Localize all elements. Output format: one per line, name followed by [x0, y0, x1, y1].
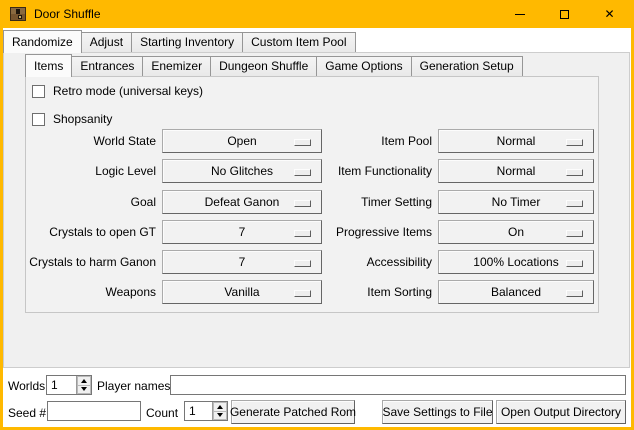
generate-patched-rom-button[interactable]: Generate Patched Rom: [231, 400, 355, 424]
tab-custom-item-pool[interactable]: Custom Item Pool: [242, 32, 355, 52]
timer-setting-label: Timer Setting: [266, 195, 438, 209]
progressive-items-dropdown[interactable]: On: [438, 220, 594, 244]
tab-randomize[interactable]: Randomize: [3, 30, 82, 53]
dropdown-indicator-icon: [566, 230, 583, 237]
tab-generation-setup[interactable]: Generation Setup: [411, 56, 523, 76]
logic-level-value: No Glitches: [211, 164, 273, 178]
weapons-value: Vanilla: [224, 285, 259, 299]
spin-down-button[interactable]: [77, 386, 91, 395]
arrow-up-icon: [217, 405, 223, 409]
tab-items[interactable]: Items: [25, 54, 72, 77]
dropdown-indicator-icon: [566, 139, 583, 146]
accessibility-dropdown[interactable]: 100% Locations: [438, 250, 594, 274]
player-names-label: Player names: [97, 376, 170, 396]
world-state-label: World State: [26, 134, 162, 148]
crystals-gt-value: 7: [239, 225, 246, 239]
player-names-input[interactable]: [170, 375, 626, 395]
item-functionality-row: Item Functionality Normal: [266, 159, 594, 183]
progressive-items-row: Progressive Items On: [266, 220, 594, 244]
item-sorting-row: Item Sorting Balanced: [266, 280, 594, 304]
app-chest-icon: [10, 6, 26, 22]
shopsanity-checkbox[interactable]: [32, 113, 45, 126]
maximize-icon: [560, 10, 569, 19]
timer-setting-value: No Timer: [492, 195, 541, 209]
count-label: Count: [146, 403, 178, 423]
tab-game-options[interactable]: Game Options: [316, 56, 411, 76]
item-functionality-label: Item Functionality: [266, 164, 438, 178]
tab-entrances[interactable]: Entrances: [71, 56, 143, 76]
minimize-button[interactable]: [497, 0, 542, 28]
dropdown-indicator-icon: [566, 290, 583, 297]
progressive-items-label: Progressive Items: [266, 225, 438, 239]
dropdown-indicator-icon: [566, 200, 583, 207]
retro-mode-row: Retro mode (universal keys): [32, 84, 203, 98]
outer-tab-bar: Randomize Adjust Starting Inventory Cust…: [3, 30, 355, 52]
item-sorting-label: Item Sorting: [266, 285, 438, 299]
accessibility-value: 100% Locations: [473, 255, 558, 269]
item-functionality-dropdown[interactable]: Normal: [438, 159, 594, 183]
retro-mode-label: Retro mode (universal keys): [53, 84, 203, 98]
arrow-down-icon: [217, 413, 223, 417]
spin-down-button[interactable]: [213, 412, 227, 421]
open-output-directory-button[interactable]: Open Output Directory: [496, 400, 626, 424]
close-button[interactable]: ✕: [587, 0, 632, 28]
dropdown-indicator-icon: [566, 260, 583, 267]
item-sorting-dropdown[interactable]: Balanced: [438, 280, 594, 304]
worlds-value: 1: [47, 376, 76, 394]
arrow-up-icon: [81, 379, 87, 383]
world-state-value: Open: [227, 134, 256, 148]
logic-level-label: Logic Level: [26, 164, 162, 178]
arrow-down-icon: [81, 387, 87, 391]
shopsanity-row: Shopsanity: [32, 112, 112, 126]
count-value: 1: [185, 402, 212, 420]
retro-mode-checkbox[interactable]: [32, 85, 45, 98]
tab-dungeon-shuffle[interactable]: Dungeon Shuffle: [210, 56, 317, 76]
caption-buttons: ✕: [497, 0, 632, 28]
weapons-label: Weapons: [26, 285, 162, 299]
accessibility-row: Accessibility 100% Locations: [266, 250, 594, 274]
save-settings-button[interactable]: Save Settings to File: [382, 400, 493, 424]
tab-adjust[interactable]: Adjust: [81, 32, 132, 52]
item-pool-dropdown[interactable]: Normal: [438, 129, 594, 153]
inner-tab-bar: Items Entrances Enemizer Dungeon Shuffle…: [25, 54, 522, 76]
shopsanity-label: Shopsanity: [53, 112, 112, 126]
tab-starting-inventory[interactable]: Starting Inventory: [131, 32, 243, 52]
goal-label: Goal: [26, 195, 162, 209]
progressive-items-value: On: [508, 225, 524, 239]
seed-input[interactable]: [47, 401, 141, 421]
worlds-spinbox[interactable]: 1: [46, 375, 92, 395]
timer-setting-row: Timer Setting No Timer: [266, 190, 594, 214]
minimize-icon: [515, 14, 525, 15]
dropdown-indicator-icon: [566, 169, 583, 176]
item-pool-label: Item Pool: [266, 134, 438, 148]
count-spinbox[interactable]: 1: [184, 401, 228, 421]
accessibility-label: Accessibility: [266, 255, 438, 269]
item-pool-value: Normal: [497, 134, 536, 148]
item-sorting-value: Balanced: [491, 285, 541, 299]
crystals-ganon-value: 7: [239, 255, 246, 269]
spin-up-button[interactable]: [77, 376, 91, 386]
door-shuffle-window: Door Shuffle ✕ Randomize Adjust Starting…: [0, 0, 634, 430]
item-functionality-value: Normal: [497, 164, 536, 178]
spin-up-button[interactable]: [213, 402, 227, 412]
worlds-spinner-arrows: [76, 376, 91, 394]
maximize-button[interactable]: [542, 0, 587, 28]
crystals-gt-label: Crystals to open GT: [26, 225, 162, 239]
count-spinner-arrows: [212, 402, 227, 420]
items-pane: Retro mode (universal keys) Shopsanity W…: [25, 76, 599, 313]
close-icon: ✕: [604, 8, 614, 20]
window-title: Door Shuffle: [34, 7, 101, 21]
item-pool-row: Item Pool Normal: [266, 129, 594, 153]
crystals-ganon-label: Crystals to harm Ganon: [26, 255, 162, 269]
worlds-label: Worlds: [8, 376, 45, 396]
seed-label: Seed #: [8, 403, 46, 423]
titlebar[interactable]: Door Shuffle ✕: [0, 0, 634, 28]
tab-enemizer[interactable]: Enemizer: [142, 56, 211, 76]
timer-setting-dropdown[interactable]: No Timer: [438, 190, 594, 214]
